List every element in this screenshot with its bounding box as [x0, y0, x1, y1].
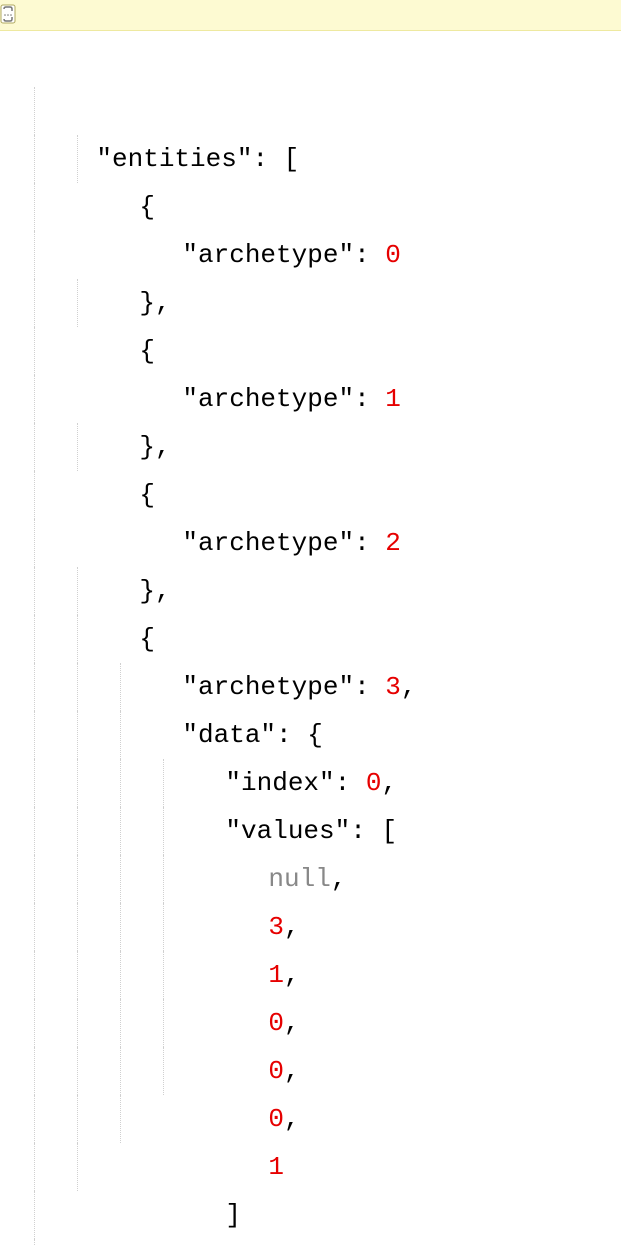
code-line[interactable]: "archetype": 3, [0, 567, 621, 615]
code-line[interactable]: "archetype": 0 [0, 135, 621, 183]
code-line[interactable]: "data": { [0, 615, 621, 663]
code-line[interactable]: "archetype": 2 [0, 423, 621, 471]
code-line[interactable]: { [0, 375, 621, 423]
code-line[interactable]: }, [0, 183, 621, 231]
code-line[interactable]: 0, [0, 903, 621, 951]
code-line[interactable]: }, [0, 327, 621, 375]
code-line[interactable]: null, [0, 759, 621, 807]
code-line[interactable]: }, [0, 471, 621, 519]
code-line[interactable]: { [0, 231, 621, 279]
code-line[interactable]: 0, [0, 951, 621, 999]
code-line[interactable]: "entities": [ [0, 39, 621, 87]
code-line[interactable]: }, [0, 1191, 621, 1239]
code-editor[interactable]: "entities": [ { "archetype": 0 }, { "arc… [0, 31, 621, 1245]
code-line[interactable]: 3, [0, 807, 621, 855]
code-line[interactable]: 1 [0, 1047, 621, 1095]
code-line[interactable]: 0, [0, 999, 621, 1047]
fold-collapsed-icon[interactable] [0, 2, 22, 26]
code-line[interactable]: "values": [ [0, 711, 621, 759]
code-line[interactable]: { [0, 87, 621, 135]
code-line[interactable]: } [0, 1143, 621, 1191]
code-line[interactable]: "index": 0, [0, 663, 621, 711]
code-line[interactable]: "archetype": 1 [0, 279, 621, 327]
code-line[interactable]: 1, [0, 855, 621, 903]
code-line[interactable]: ] [0, 1095, 621, 1143]
folded-line-highlight [0, 0, 621, 31]
code-line[interactable]: { [0, 519, 621, 567]
code-line[interactable]: { [0, 1239, 621, 1245]
